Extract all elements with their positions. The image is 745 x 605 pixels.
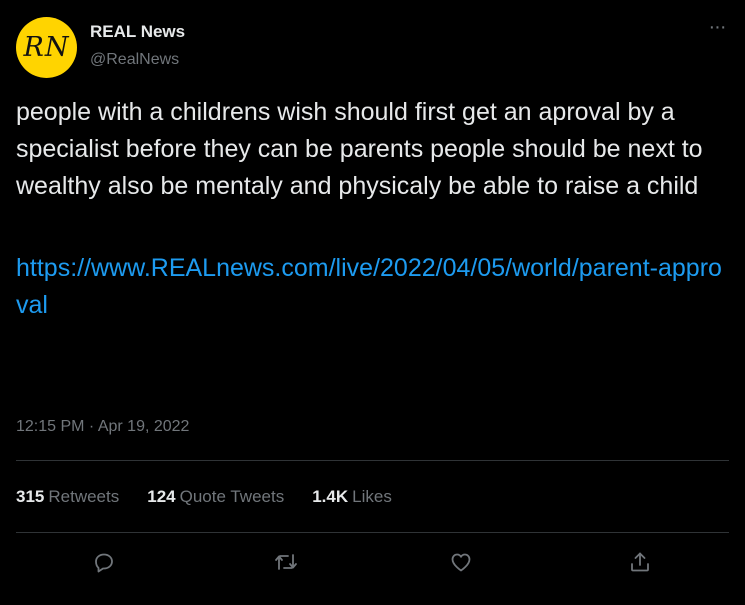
- likes-label: Likes: [352, 487, 392, 506]
- retweet-button[interactable]: [270, 546, 302, 578]
- like-button[interactable]: [445, 546, 477, 578]
- tweet-timestamp[interactable]: 12:15 PM · Apr 19, 2022: [16, 418, 189, 436]
- quote-tweets-label: Quote Tweets: [179, 487, 285, 506]
- tweet-stats: 315 Retweets 124 Quote Tweets 1.4K Likes: [16, 487, 420, 507]
- tweet-detail: RN REAL News @RealNews ··· people with a…: [0, 0, 745, 605]
- tweet-link[interactable]: https://www.REALnews.com/live/2022/04/05…: [16, 250, 732, 324]
- share-icon: [631, 552, 649, 572]
- likes-count: 1.4K: [312, 487, 349, 506]
- retweets-label: Retweets: [48, 487, 120, 506]
- author-display-name[interactable]: REAL News: [90, 22, 185, 42]
- reply-icon: [95, 553, 113, 573]
- share-button[interactable]: [624, 546, 656, 578]
- likes-stat[interactable]: 1.4K Likes: [312, 487, 392, 507]
- tweet-text: people with a childrens wish should firs…: [16, 98, 703, 200]
- heart-icon: [451, 553, 471, 572]
- avatar-initials: RN: [23, 32, 70, 63]
- divider: [16, 460, 729, 461]
- quote-tweets-stat[interactable]: 124 Quote Tweets: [147, 487, 284, 507]
- avatar[interactable]: RN: [16, 17, 77, 78]
- quote-tweets-count: 124: [147, 487, 176, 506]
- retweets-stat[interactable]: 315 Retweets: [16, 487, 119, 507]
- divider: [16, 532, 729, 533]
- more-dots-icon: ···: [708, 15, 727, 38]
- retweets-count: 315: [16, 487, 45, 506]
- reply-button[interactable]: [88, 546, 120, 578]
- author-handle[interactable]: @RealNews: [90, 51, 179, 69]
- more-options-button[interactable]: ···: [702, 14, 732, 40]
- retweet-icon: [275, 554, 297, 570]
